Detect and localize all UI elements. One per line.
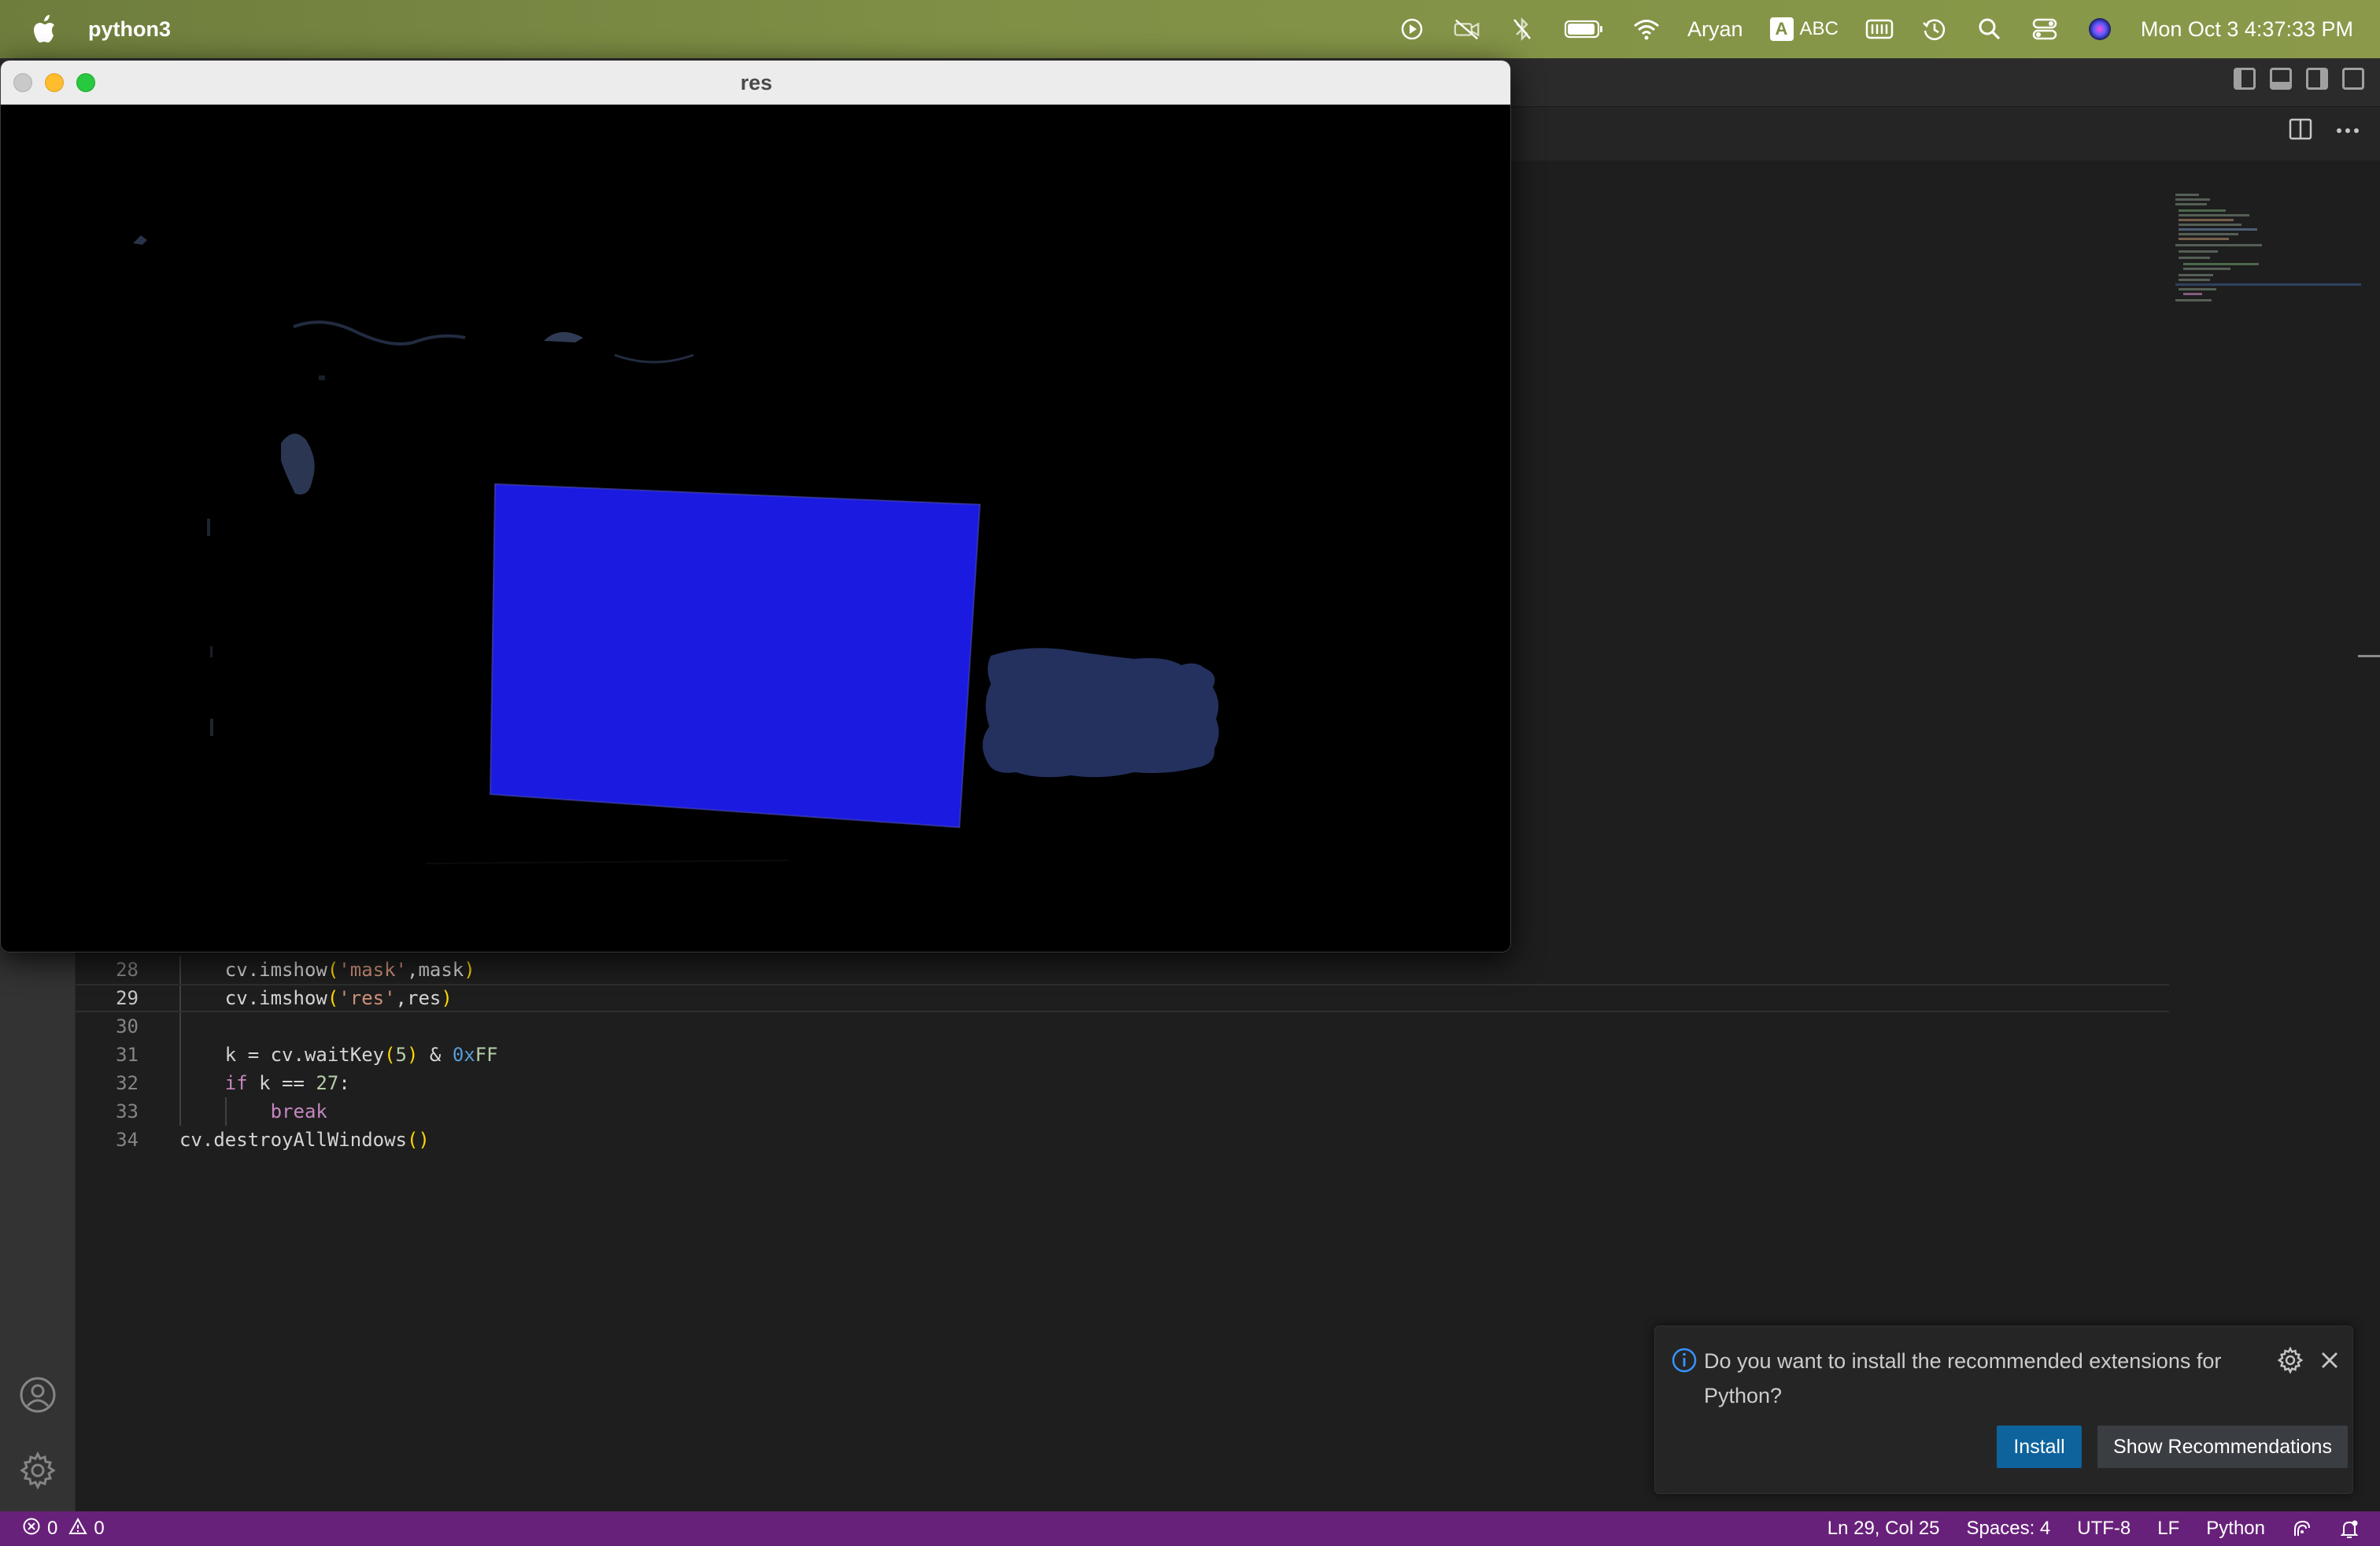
warning-icon (68, 1517, 88, 1541)
code-text: break (179, 1100, 327, 1123)
siri-icon[interactable] (2086, 15, 2114, 43)
line-number: 31 (116, 1044, 139, 1066)
line-number: 28 (116, 959, 139, 981)
apple-menu-icon[interactable] (31, 13, 58, 45)
accounts-icon[interactable] (19, 1376, 57, 1414)
play-status-icon[interactable] (1398, 15, 1426, 43)
control-center-icon[interactable] (2031, 15, 2059, 43)
code-line-28[interactable]: 28 cv.imshow('mask',mask) (76, 956, 2169, 984)
opencv-result-image (1, 105, 1510, 952)
camera-off-icon[interactable] (1453, 15, 1481, 43)
opencv-res-window[interactable]: res (0, 60, 1511, 952)
warning-count: 0 (94, 1518, 105, 1539)
battery-icon[interactable] (1563, 15, 1606, 43)
user-name[interactable]: Aryan (1687, 17, 1743, 42)
cursor-position[interactable]: Ln 29, Col 25 (1828, 1518, 1940, 1540)
line-number: 34 (116, 1129, 139, 1151)
code-line-33[interactable]: 33 break (76, 1097, 2169, 1126)
code-line-30[interactable]: 30 (76, 1012, 2169, 1041)
toggle-primary-sidebar-icon[interactable] (2234, 68, 2256, 90)
extension-recommendation-notification: Do you want to install the recommended e… (1654, 1326, 2353, 1494)
split-editor-icon[interactable] (2289, 118, 2312, 144)
notification-settings-gear-icon[interactable] (2277, 1346, 2304, 1374)
bluetooth-off-icon[interactable] (1508, 15, 1536, 43)
manage-gear-icon[interactable] (19, 1451, 57, 1490)
code-text: if k == 27: (179, 1072, 350, 1094)
customize-layout-icon[interactable] (2342, 68, 2364, 90)
language-mode[interactable]: Python (2206, 1518, 2265, 1540)
line-number: 32 (116, 1072, 139, 1094)
input-source-a-icon: A (1769, 17, 1794, 41)
feedback-icon[interactable] (2292, 1518, 2312, 1539)
input-source[interactable]: A ABC (1769, 17, 1839, 41)
layout-controls (2234, 68, 2364, 90)
menubar-clock[interactable]: Mon Oct 3 4:37:33 PM (2141, 17, 2353, 42)
info-icon (1671, 1347, 1698, 1374)
code-line-29-active[interactable]: 29 cv.imshow('res',res) (76, 984, 2169, 1012)
notifications-bell-icon[interactable] (2339, 1518, 2360, 1539)
toggle-secondary-sidebar-icon[interactable] (2306, 68, 2328, 90)
error-icon (22, 1517, 41, 1541)
macos-menu-bar: python3 Aryan A ABC Mon Oct 3 4:37:33 PM (0, 0, 2380, 58)
input-source-label: ABC (1799, 18, 1839, 39)
code-line-32[interactable]: 32 if k == 27: (76, 1069, 2169, 1097)
code-text: cv.destroyAllWindows() (179, 1129, 430, 1151)
time-machine-icon[interactable] (1920, 15, 1949, 43)
wifi-icon[interactable] (1632, 15, 1661, 43)
error-count: 0 (47, 1518, 58, 1539)
code-line-31[interactable]: 31 k = cv.waitKey(5) & 0xFF (76, 1041, 2169, 1069)
code-line-34[interactable]: 34 cv.destroyAllWindows() (76, 1126, 2169, 1154)
line-number: 30 (116, 1015, 139, 1037)
file-encoding[interactable]: UTF-8 (2077, 1518, 2131, 1540)
indentation[interactable]: Spaces: 4 (1967, 1518, 2051, 1540)
code-text: cv.imshow('res',res) (179, 987, 453, 1009)
status-bar: 0 0 Ln 29, Col 25 Spaces: 4 UTF-8 LF Pyt… (0, 1511, 2380, 1546)
more-actions-icon[interactable] (2336, 124, 2360, 139)
scrollbar-cursor-marker (2358, 655, 2380, 657)
notification-close-icon[interactable] (2316, 1347, 2343, 1374)
editor-actions (2289, 118, 2360, 144)
line-number: 33 (116, 1100, 139, 1123)
code-text: cv.imshow('mask',mask) (179, 959, 475, 981)
show-recommendations-button[interactable]: Show Recommendations (2097, 1426, 2348, 1468)
keyboard-viewer-icon[interactable] (1865, 15, 1894, 43)
line-ending[interactable]: LF (2157, 1518, 2179, 1540)
code-lines[interactable]: 28 cv.imshow('mask',mask) 29 cv.imshow('… (76, 956, 2169, 1154)
problems-indicator[interactable]: 0 0 (22, 1517, 105, 1541)
spotlight-search-icon[interactable] (1975, 15, 2004, 43)
opencv-window-title: res (740, 71, 773, 94)
active-app-name[interactable]: python3 (88, 17, 171, 42)
line-number: 29 (116, 987, 139, 1009)
toggle-panel-icon[interactable] (2270, 68, 2292, 90)
code-text: k = cv.waitKey(5) & 0xFF (179, 1044, 498, 1066)
notification-message: Do you want to install the recommended e… (1704, 1349, 2222, 1407)
install-button[interactable]: Install (1997, 1426, 2082, 1468)
minimap[interactable] (2172, 189, 2361, 307)
